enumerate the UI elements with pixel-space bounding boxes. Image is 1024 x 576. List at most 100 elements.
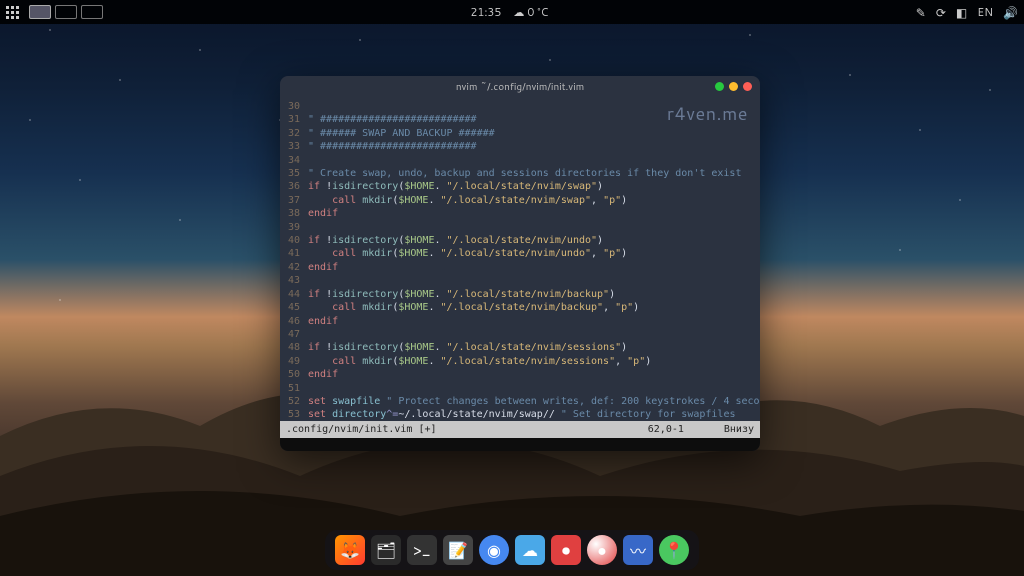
code-line: 39 [280, 221, 752, 234]
code-line: 38endif [280, 207, 752, 220]
line-text [308, 274, 752, 287]
line-number: 36 [280, 180, 308, 193]
line-text: if !isdirectory($HOME. "/.local/state/nv… [308, 180, 752, 193]
dock-firefox[interactable]: 🦊 [335, 535, 365, 565]
dock-cloud[interactable]: ☁ [515, 535, 545, 565]
vim-cmdline[interactable] [280, 438, 760, 451]
terminal-title: nvim ~/.config/nvim/init.vim [456, 80, 584, 94]
code-line: 36if !isdirectory($HOME. "/.local/state/… [280, 180, 752, 193]
code-line: 32" ###### SWAP AND BACKUP ###### [280, 127, 752, 140]
code-line: 41 call mkdir($HOME. "/.local/state/nvim… [280, 247, 752, 260]
volume-icon[interactable]: 🔊 [1003, 4, 1018, 21]
workspaces[interactable] [29, 5, 103, 19]
line-number: 51 [280, 382, 308, 395]
line-number: 30 [280, 100, 308, 113]
line-text: " ###### SWAP AND BACKUP ###### [308, 127, 752, 140]
line-number: 52 [280, 395, 308, 408]
line-text: endif [308, 261, 752, 274]
line-number: 32 [280, 127, 308, 140]
status-filepath: .config/nvim/init.vim [+] [286, 424, 437, 435]
line-text: call mkdir($HOME. "/.local/state/nvim/se… [308, 355, 752, 368]
dock-terminal[interactable]: >_ [407, 535, 437, 565]
workspace-1[interactable] [29, 5, 51, 19]
line-number: 49 [280, 355, 308, 368]
weather[interactable]: ☁ 0 °C [513, 4, 548, 20]
line-number: 48 [280, 341, 308, 354]
code-line: 35" Create swap, undo, backup and sessio… [280, 167, 752, 180]
tray-icon[interactable]: ◧ [956, 4, 967, 21]
line-text: " Create swap, undo, backup and sessions… [308, 167, 752, 180]
line-text [308, 382, 752, 395]
code-line: 46endif [280, 315, 752, 328]
dock-ball[interactable]: ● [587, 535, 617, 565]
code-line: 37 call mkdir($HOME. "/.local/state/nvim… [280, 194, 752, 207]
keyboard-layout[interactable]: EN [977, 4, 993, 20]
code-line: 52set swapfile " Protect changes between… [280, 395, 752, 408]
dock-chromium[interactable]: ◉ [479, 535, 509, 565]
line-text: set directory^=~/.local/state/nvim/swap/… [308, 408, 752, 421]
line-text: set swapfile " Protect changes between w… [308, 395, 760, 408]
window-maximize-icon[interactable] [729, 82, 738, 91]
line-number: 47 [280, 328, 308, 341]
code-line: 50endif [280, 368, 752, 381]
line-text [308, 328, 752, 341]
top-bar: 21:35 ☁ 0 °C ✎ ⟳ ◧ EN 🔊 [0, 0, 1024, 24]
code-line: 40if !isdirectory($HOME. "/.local/state/… [280, 234, 752, 247]
line-text: endif [308, 207, 752, 220]
line-text: if !isdirectory($HOME. "/.local/state/nv… [308, 341, 752, 354]
dock-text-editor[interactable]: 📝 [443, 535, 473, 565]
line-number: 53 [280, 408, 308, 421]
line-number: 42 [280, 261, 308, 274]
line-text: endif [308, 368, 752, 381]
code-line: 33" ########################## [280, 140, 752, 153]
edit-icon[interactable]: ✎ [916, 4, 926, 21]
code-line: 44if !isdirectory($HOME. "/.local/state/… [280, 288, 752, 301]
dock-green[interactable]: 📍 [659, 535, 689, 565]
line-number: 38 [280, 207, 308, 220]
line-text: if !isdirectory($HOME. "/.local/state/nv… [308, 234, 752, 247]
line-number: 41 [280, 247, 308, 260]
update-icon[interactable]: ⟳ [936, 4, 946, 21]
dock-monitor[interactable]: 〰 [623, 535, 653, 565]
line-number: 50 [280, 368, 308, 381]
line-text [308, 221, 752, 234]
line-text: call mkdir($HOME. "/.local/state/nvim/ba… [308, 301, 752, 314]
terminal-titlebar[interactable]: nvim ~/.config/nvim/init.vim [280, 76, 760, 98]
line-number: 39 [280, 221, 308, 234]
window-minimize-icon[interactable] [715, 82, 724, 91]
code-line: 48if !isdirectory($HOME. "/.local/state/… [280, 341, 752, 354]
line-number: 44 [280, 288, 308, 301]
terminal-window[interactable]: nvim ~/.config/nvim/init.vim r4ven.me 30… [280, 76, 760, 451]
line-text: call mkdir($HOME. "/.local/state/nvim/un… [308, 247, 752, 260]
line-text: endif [308, 315, 752, 328]
code-line: 42endif [280, 261, 752, 274]
line-number: 33 [280, 140, 308, 153]
line-number: 31 [280, 113, 308, 126]
line-number: 35 [280, 167, 308, 180]
activities-icon[interactable] [6, 6, 19, 19]
vim-statusbar: .config/nvim/init.vim [+] 62,0-1 Внизу [280, 421, 760, 438]
line-number: 46 [280, 315, 308, 328]
status-position: 62,0-1 [648, 424, 684, 435]
dock: 🦊 🗂 >_ 📝 ◉ ☁ ⏺ ● 〰 📍 [325, 530, 699, 570]
code-line: 51 [280, 382, 752, 395]
line-text [308, 154, 752, 167]
code-line: 34 [280, 154, 752, 167]
window-close-icon[interactable] [743, 82, 752, 91]
workspace-3[interactable] [81, 5, 103, 19]
code-line: 43 [280, 274, 752, 287]
status-scroll: Внизу [724, 424, 754, 435]
editor-area[interactable]: 3031 " ##########################32" ####… [280, 98, 760, 421]
line-number: 45 [280, 301, 308, 314]
workspace-2[interactable] [55, 5, 77, 19]
line-text: if !isdirectory($HOME. "/.local/state/nv… [308, 288, 752, 301]
line-number: 40 [280, 234, 308, 247]
line-number: 43 [280, 274, 308, 287]
clock[interactable]: 21:35 [470, 4, 501, 20]
dock-recorder[interactable]: ⏺ [551, 535, 581, 565]
line-text: " ########################## [308, 140, 752, 153]
code-line: 53set directory^=~/.local/state/nvim/swa… [280, 408, 752, 421]
code-line: 45 call mkdir($HOME. "/.local/state/nvim… [280, 301, 752, 314]
watermark: r4ven.me [667, 100, 748, 126]
dock-files[interactable]: 🗂 [371, 535, 401, 565]
